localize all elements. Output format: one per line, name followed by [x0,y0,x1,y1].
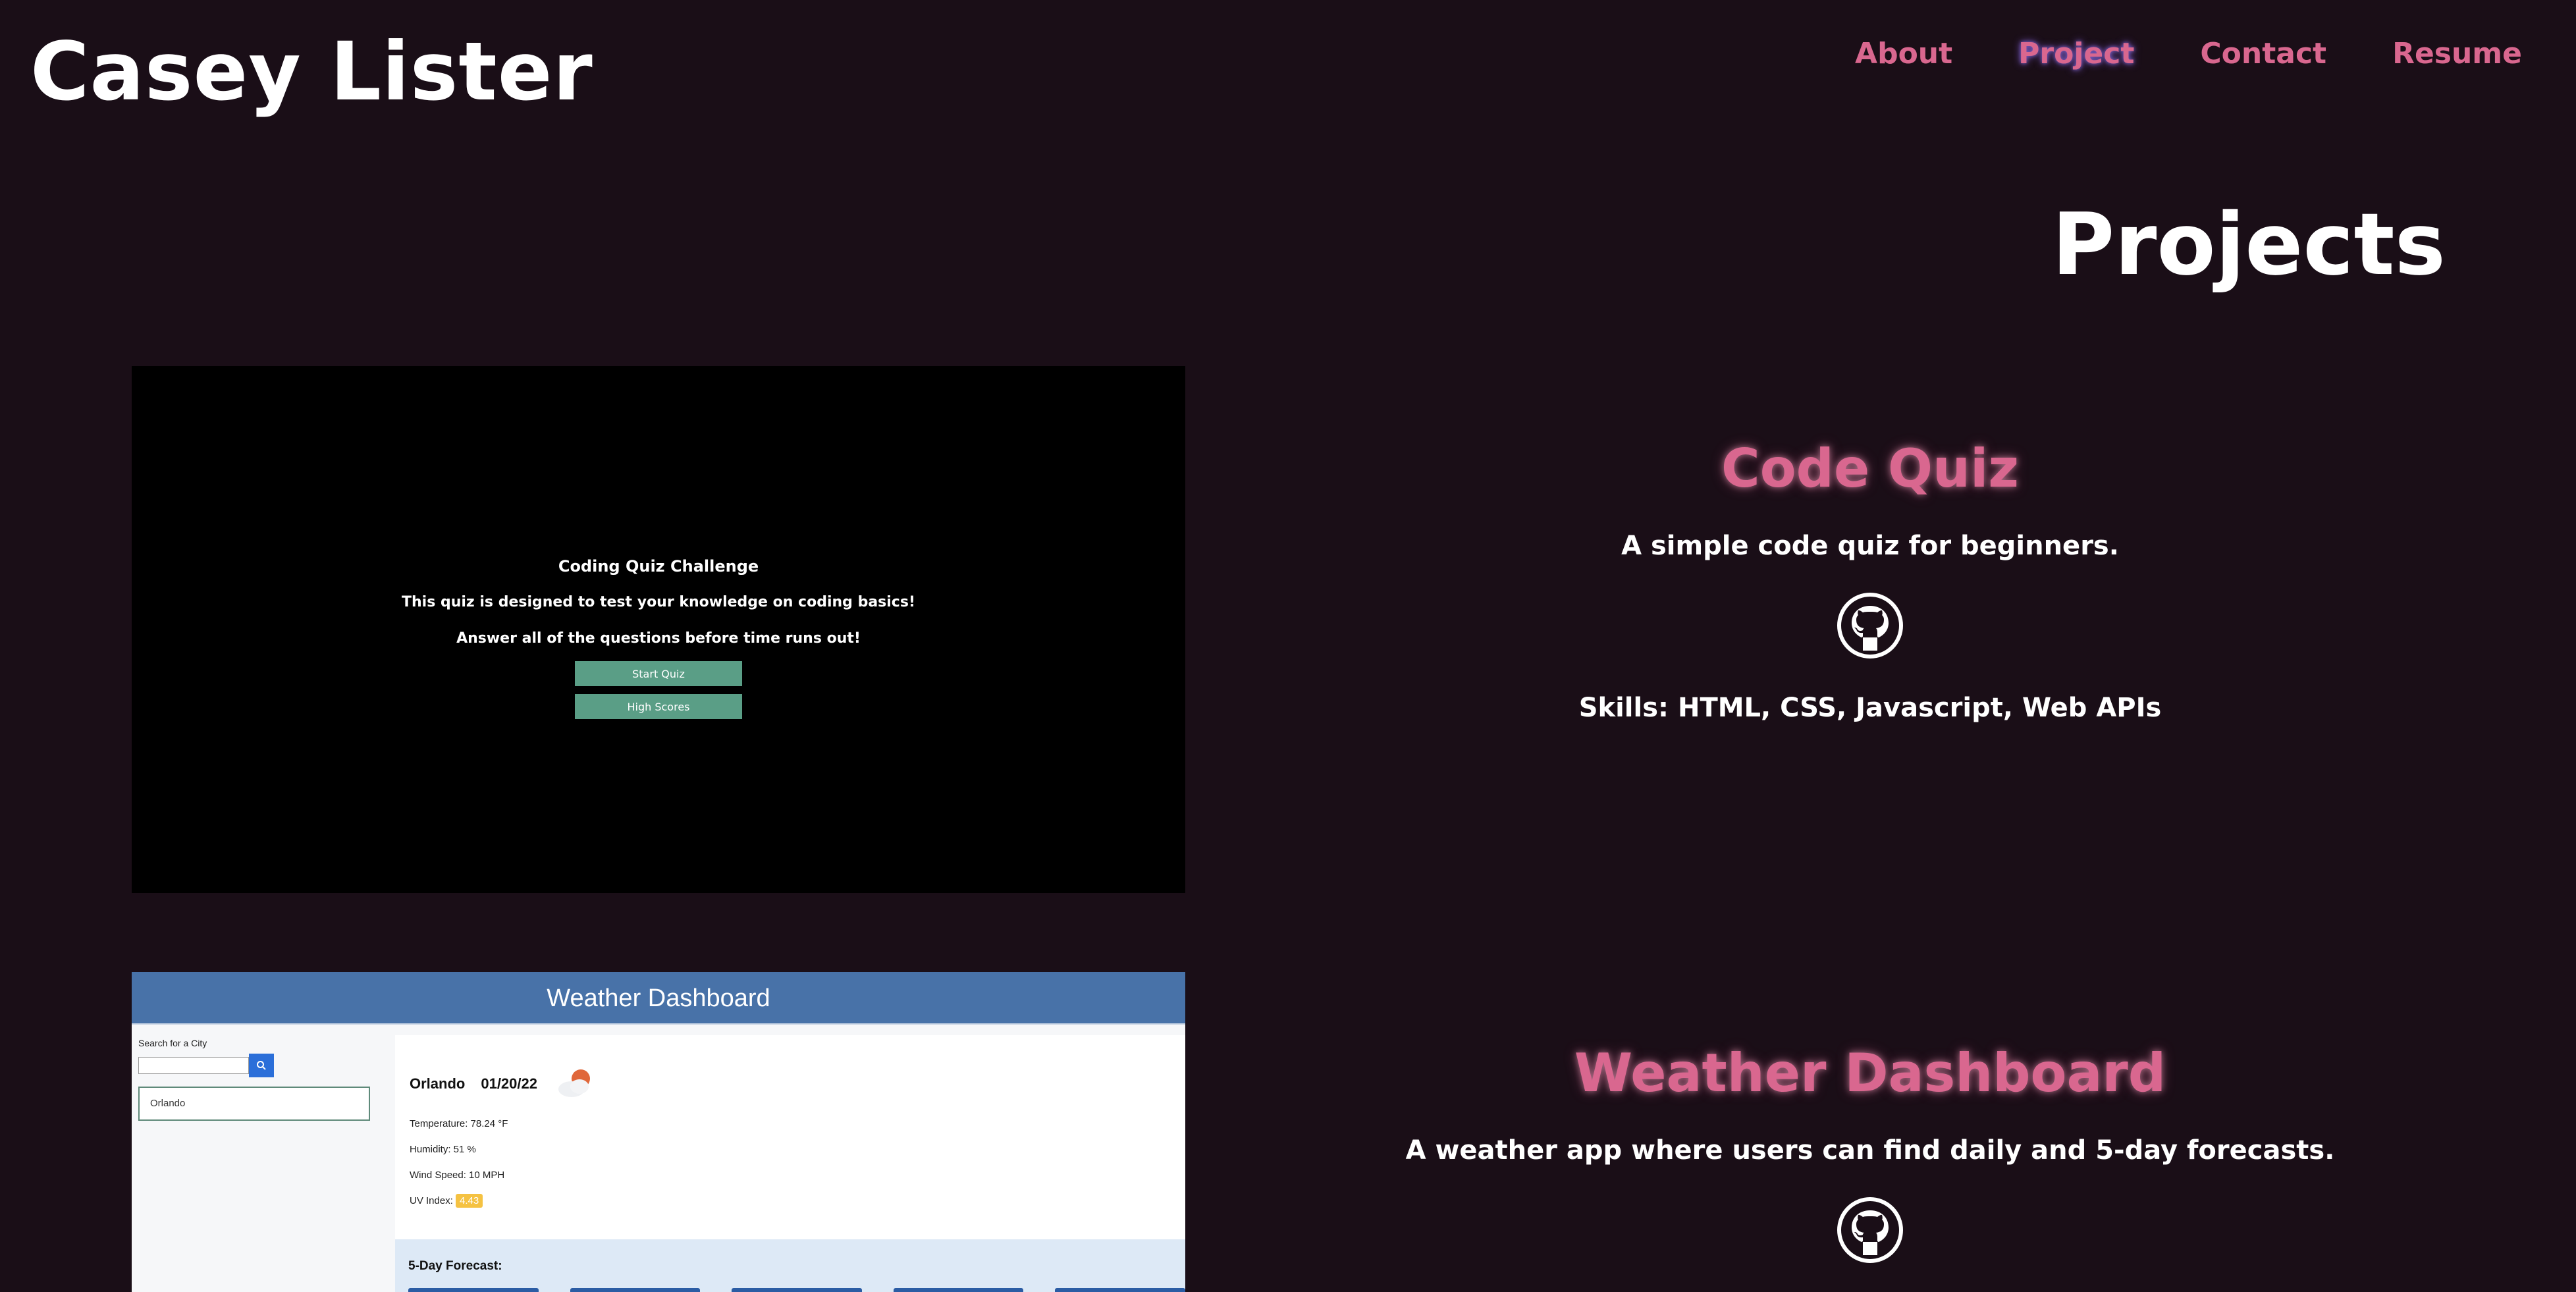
site-title: Casey Lister [30,25,593,119]
forecast-card [893,1288,1024,1292]
weather-uv: UV Index: 4.43 [410,1194,1171,1208]
weather-date: 01/20/22 [481,1075,537,1092]
project-title: Weather Dashboard [1574,1042,2166,1104]
partly-cloudy-icon [553,1064,599,1104]
forecast-card [732,1288,862,1292]
quiz-preview: Coding Quiz Challenge This quiz is desig… [132,557,1185,727]
nav-resume[interactable]: Resume [2392,37,2522,70]
weather-search-label: Search for a City [138,1038,207,1048]
weather-forecast-title: 5-Day Forecast: [408,1259,502,1273]
weather-city-row: Orlando 01/20/22 [410,1064,1171,1104]
quiz-preview-title: Coding Quiz Challenge [558,557,759,576]
weather-current-panel: Orlando 01/20/22 Temperature: 78.24 °F H… [395,1035,1185,1239]
weather-dashboard-screenshot: Weather Dashboard Search for a City Orla… [132,972,1185,1292]
quiz-preview-line-2: Answer all of the questions before time … [456,630,861,647]
weather-temperature: Temperature: 78.24 °F [410,1118,508,1129]
forecast-card [570,1288,701,1292]
weather-uv-label: UV Index: [410,1195,453,1206]
weather-history-item: Orlando [138,1087,370,1121]
code-quiz-screenshot: Coding Quiz Challenge This quiz is desig… [132,366,1185,893]
project-description: A weather app where users can find daily… [1405,1135,2335,1166]
weather-preview-header: Weather Dashboard [132,972,1185,1025]
github-icon[interactable] [1836,1196,1904,1264]
quiz-preview-line-1: This quiz is designed to test your knowl… [402,594,915,610]
github-icon[interactable] [1836,591,1904,660]
search-icon [249,1054,274,1077]
nav-project[interactable]: Project [2018,37,2134,70]
weather-search-input [138,1057,249,1074]
project-title: Code Quiz [1721,438,2019,499]
weather-wind: Wind Speed: 10 MPH [410,1170,505,1181]
weather-forecast-cards [408,1288,1185,1292]
weather-humidity: Humidity: 51 % [410,1144,476,1155]
nav-about[interactable]: About [1855,37,1952,70]
project-code-quiz: Code Quiz A simple code quiz for beginne… [1291,438,2450,724]
weather-search-row [138,1054,382,1077]
nav-contact[interactable]: Contact [2200,37,2326,70]
forecast-card [1055,1288,1185,1292]
main-nav: About Project Contact Resume [1855,37,2522,70]
project-skills: Skills: HTML, CSS, Javascript, Web APIs [1578,693,2162,723]
weather-uv-value: 4.43 [456,1194,483,1208]
section-title: Projects [2051,194,2446,294]
weather-forecast-panel: 5-Day Forecast: [395,1239,1185,1292]
weather-preview-sidebar: Search for a City Orlando [132,1025,389,1292]
project-weather-dashboard: Weather Dashboard A weather app where us… [1291,1044,2450,1264]
weather-city: Orlando [410,1075,466,1092]
quiz-high-scores-button: High Scores [575,694,742,719]
project-description: A simple code quiz for beginners. [1621,531,2119,561]
forecast-card [408,1288,539,1292]
quiz-start-button: Start Quiz [575,661,742,686]
